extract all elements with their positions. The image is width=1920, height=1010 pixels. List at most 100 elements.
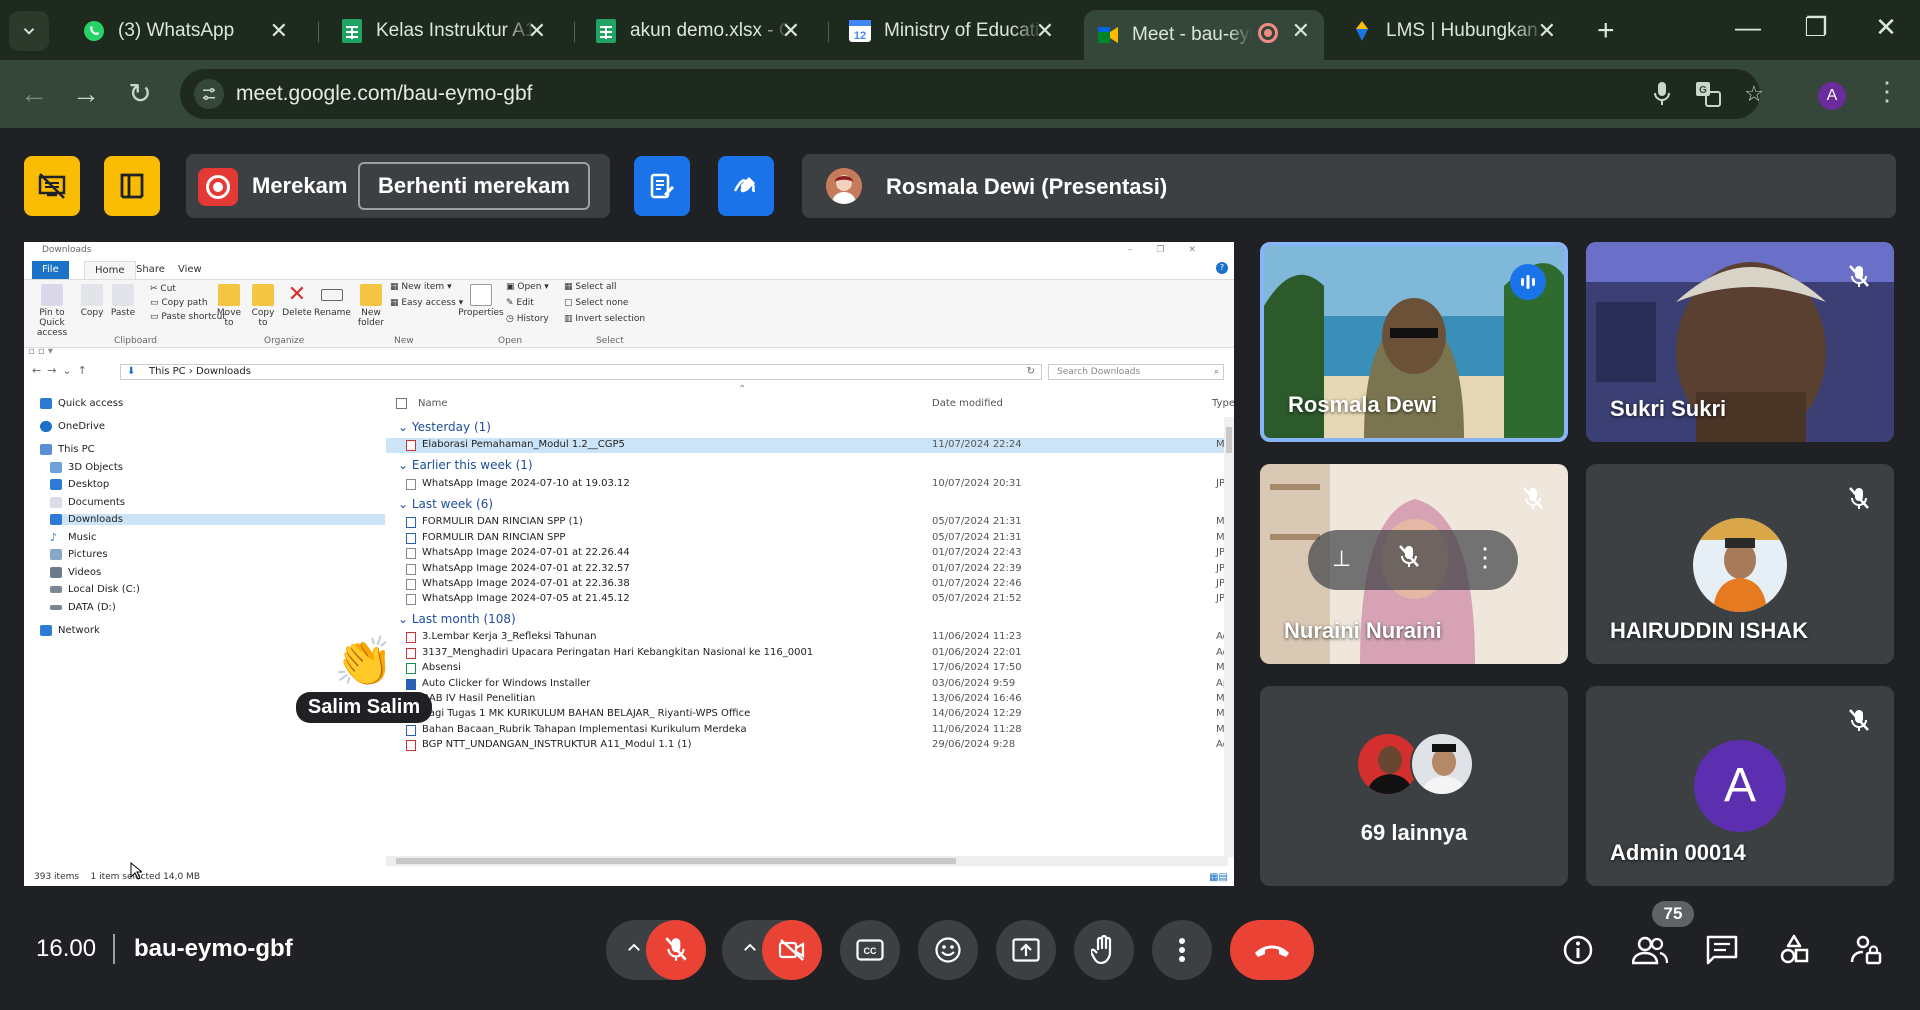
captions-button[interactable]: CC: [840, 920, 900, 980]
nav-quick-access[interactable]: Quick access: [40, 398, 123, 409]
participant-tile-admin[interactable]: A Admin 00014: [1586, 686, 1894, 886]
copy-button[interactable]: Copy: [78, 284, 106, 318]
file-row[interactable]: WhatsApp Image 2024-07-10 at 19.03.12 10/…: [386, 477, 1234, 492]
chat-button[interactable]: [1704, 932, 1740, 968]
browser-menu-icon[interactable]: ⋮: [1874, 76, 1900, 107]
participant-tile-hairuddin[interactable]: HAIRUDDIN ISHAK: [1586, 464, 1894, 664]
nav-arrows[interactable]: ←→⌄↑: [32, 364, 93, 377]
nav-music[interactable]: ♪ Music: [50, 532, 96, 543]
file-row[interactable]: Bagi Tugas 1 MK KURIKULUM BAHAN BELAJAR_…: [386, 707, 1234, 722]
file-row[interactable]: FORMULIR DAN RINCIAN SPP 05/07/2024 21:31…: [386, 531, 1234, 546]
file-row[interactable]: Auto Clicker for Windows Installer 03/06/…: [386, 677, 1234, 692]
file-row[interactable]: WhatsApp Image 2024-07-05 at 21.45.12 05/…: [386, 592, 1234, 607]
tab-akun-demo[interactable]: akun demo.xlsx - G ✕: [582, 10, 814, 52]
bookmark-star-icon[interactable]: ☆: [1740, 81, 1768, 109]
properties-button[interactable]: Properties: [458, 284, 504, 318]
activities-button[interactable]: [1776, 932, 1812, 968]
select-all-checkbox[interactable]: [396, 398, 407, 409]
nav-data-d[interactable]: DATA (D:): [50, 602, 116, 613]
file-row[interactable]: FORMULIR DAN RINCIAN SPP (1) 05/07/2024 2…: [386, 515, 1234, 530]
nav-videos[interactable]: Videos: [50, 567, 101, 578]
move-to-button[interactable]: Move to: [214, 284, 244, 328]
close-window-button[interactable]: ✕: [1866, 12, 1906, 43]
presentation-off-button[interactable]: [24, 156, 80, 216]
toggle-microphone-button[interactable]: [646, 920, 706, 980]
cut-button[interactable]: ✂ Cut: [150, 284, 176, 294]
notes-button[interactable]: [634, 156, 690, 216]
tab-kelas-instruktur[interactable]: Kelas Instruktur A1 ✕: [328, 10, 560, 52]
open-button[interactable]: ▣ Open ▾: [506, 282, 549, 292]
column-date-modified[interactable]: Date modified: [932, 398, 1003, 409]
group-last-week[interactable]: ⌄ Last week (6): [398, 497, 493, 511]
explorer-search-input[interactable]: Search Downloads ⌕: [1048, 364, 1224, 380]
participant-tile-others[interactable]: 69 lainnya: [1260, 686, 1568, 886]
tab-ministry-education[interactable]: 12 Ministry of Educati ✕: [836, 10, 1068, 52]
close-icon[interactable]: ✕: [1036, 19, 1054, 43]
easy-access-button[interactable]: ▦ Easy access ▾: [390, 298, 463, 308]
close-icon[interactable]: ✕: [1292, 19, 1310, 43]
nav-downloads[interactable]: Downloads: [50, 514, 385, 525]
rename-button[interactable]: Rename: [314, 284, 351, 318]
tab-meet-active[interactable]: Meet - bau-eyi ✕: [1084, 10, 1324, 60]
group-yesterday[interactable]: ⌄ Yesterday (1): [398, 420, 491, 434]
copy-to-button[interactable]: Copy to: [248, 284, 278, 328]
minimize-button[interactable]: —: [1728, 12, 1768, 43]
invert-selection-button[interactable]: ▥ Invert selection: [564, 314, 645, 324]
nav-desktop[interactable]: Desktop: [50, 479, 109, 490]
file-row[interactable]: 3137_Menghadiri Upacara Peringatan Hari …: [386, 646, 1234, 661]
meeting-details-button[interactable]: [1560, 932, 1596, 968]
file-row[interactable]: 3.Lembar Kerja 3_Refleksi Tahunan 11/06/2…: [386, 630, 1234, 645]
explorer-address-bar[interactable]: ⬇ This PC › Downloads ↻: [120, 364, 1042, 380]
history-button[interactable]: ◷ History: [506, 314, 549, 324]
stop-recording-button[interactable]: Berhenti merekam: [358, 162, 590, 210]
mute-participant-icon[interactable]: [1398, 544, 1420, 575]
toggle-camera-button[interactable]: [762, 920, 822, 980]
nav-onedrive[interactable]: OneDrive: [40, 421, 105, 432]
view-toggle-icons[interactable]: ▦▤: [1209, 872, 1228, 883]
pin-quick-access-button[interactable]: Pin to Quick access: [28, 284, 76, 338]
people-button[interactable]: [1632, 932, 1668, 968]
refresh-icon[interactable]: ↻: [1027, 365, 1035, 379]
tab-whatsapp[interactable]: (3) WhatsApp ✕: [70, 10, 302, 52]
present-now-button[interactable]: [104, 156, 160, 216]
horizontal-scrollbar[interactable]: [386, 856, 1228, 866]
tab-view[interactable]: View: [168, 261, 212, 279]
paste-button[interactable]: Paste: [108, 284, 138, 318]
leave-call-button[interactable]: [1230, 920, 1314, 980]
vertical-scrollbar[interactable]: [1224, 417, 1234, 857]
select-none-button[interactable]: ▢ Select none: [564, 298, 628, 308]
nav-local-disk-c[interactable]: Local Disk (C:): [50, 584, 140, 595]
delete-button[interactable]: ✕ Delete: [282, 284, 312, 319]
file-row[interactable]: Bahan Bacaan_Rubrik Tahapan Implementasi…: [386, 723, 1234, 738]
present-screen-button[interactable]: [996, 920, 1056, 980]
file-row[interactable]: Absensi17/06/2024 17:50Micros: [386, 661, 1234, 676]
nav-pictures[interactable]: Pictures: [50, 549, 108, 560]
column-name[interactable]: Name: [418, 398, 448, 409]
tab-file[interactable]: File: [32, 261, 69, 279]
close-icon[interactable]: ✕: [1538, 19, 1556, 43]
address-bar[interactable]: meet.google.com/bau-eymo-gbf G ☆: [180, 69, 1764, 119]
file-row[interactable]: WhatsApp Image 2024-07-01 at 22.32.57 01/…: [386, 562, 1234, 577]
whiteboard-button[interactable]: [718, 156, 774, 216]
group-last-month[interactable]: ⌄ Last month (108): [398, 612, 516, 626]
select-all-button[interactable]: ▦ Select all: [564, 282, 617, 292]
new-tab-button[interactable]: +: [1597, 14, 1615, 48]
file-row[interactable]: WhatsApp Image 2024-07-01 at 22.26.44 01/…: [386, 546, 1234, 561]
more-options-button[interactable]: [1152, 920, 1212, 980]
back-button[interactable]: ←: [14, 74, 54, 114]
tab-lms[interactable]: LMS | Hubungkan ✕: [1338, 10, 1570, 52]
video-options-chevron-icon[interactable]: [736, 934, 764, 962]
restore-button[interactable]: ❐: [1796, 12, 1836, 43]
forward-button[interactable]: →: [66, 74, 106, 114]
profile-avatar[interactable]: A: [1818, 82, 1846, 110]
nav-this-pc[interactable]: This PC: [40, 444, 95, 455]
reload-button[interactable]: ↻: [120, 74, 160, 114]
microphone-icon[interactable]: [1648, 81, 1676, 109]
site-info-icon[interactable]: [194, 79, 224, 109]
nav-network[interactable]: Network: [40, 625, 100, 636]
file-row[interactable]: WhatsApp Image 2024-07-01 at 22.36.38 01/…: [386, 577, 1234, 592]
audio-options-chevron-icon[interactable]: [620, 934, 648, 962]
nav-3d-objects[interactable]: 3D Objects: [50, 462, 123, 473]
close-icon[interactable]: ✕: [782, 19, 800, 43]
nav-documents[interactable]: Documents: [50, 497, 125, 508]
